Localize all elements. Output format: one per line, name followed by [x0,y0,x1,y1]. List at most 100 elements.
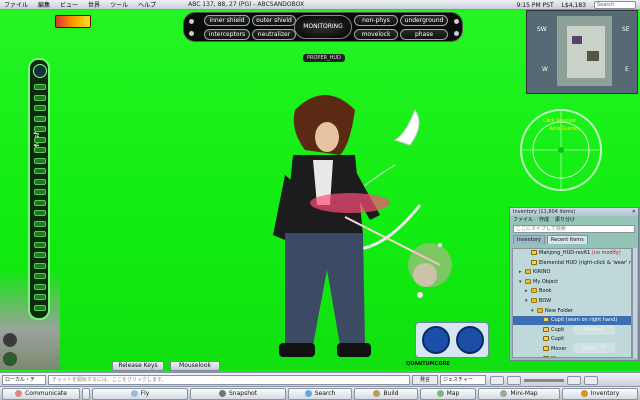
mesh-segment[interactable] [34,178,46,185]
inventory-item[interactable]: Mahjong_HUD-rev61 (no modify) [513,249,631,258]
mesh-segment[interactable] [34,157,46,164]
inventory-folder[interactable]: ▸ Book [513,287,631,296]
search-button[interactable]: Search [288,388,352,400]
mouselook-button[interactable]: Mouselook [170,361,220,371]
inventory-search-input[interactable]: ここにタイプして検索 [513,225,635,233]
svg-text:SE: SE [622,26,630,33]
mesh-segment[interactable] [34,304,46,311]
search-field[interactable]: Search [594,1,636,9]
inventory-folder[interactable]: ▸ KIRINO [513,268,631,277]
chat-input[interactable]: チャットを開始するには、ここをクリックします。 [48,375,410,385]
menu-help[interactable]: ヘルプ [138,0,156,9]
mesh-segment[interactable] [34,294,46,300]
volume-slider[interactable] [524,378,564,382]
inventory-folder[interactable]: ▾ BOW [513,297,631,306]
underground-button[interactable]: underground [400,15,448,26]
inventory-button[interactable]: Inventory [562,388,638,400]
power-icon[interactable] [3,352,17,366]
inventory-menu-sort[interactable]: 振り分け [555,216,575,224]
mesh-segment[interactable] [34,115,46,122]
inventory-item-label: KIRINO [533,269,551,276]
music-icon[interactable] [584,375,598,385]
ghost-hud-button[interactable]: Volume [573,325,615,335]
brand-logo[interactable] [55,15,91,28]
mesh-segment[interactable] [34,231,46,237]
non-phys-button[interactable]: non-phys [354,15,398,26]
mesh-segment[interactable] [34,147,46,153]
communicate-button[interactable]: Communicate [2,388,80,400]
folder-icon [525,278,531,284]
outer-shield-button[interactable]: outer shield [252,15,296,26]
inventory-list[interactable]: Mahjong_HUD-rev61 (no modify) Elemental H… [512,248,632,358]
fly-button[interactable]: Fly [92,388,188,400]
inventory-folder[interactable]: ▾ New Folder [513,307,631,316]
phase-button[interactable]: phase [400,29,448,40]
build-button[interactable]: Build [354,388,418,400]
fly-icon [130,390,138,397]
tab-inventory[interactable]: Inventory [513,235,545,244]
inventory-item[interactable]: Cupit (worn on right hand) [513,316,631,326]
mesh-hud-cap-icon[interactable] [33,64,47,78]
communicate-dropdown[interactable] [82,388,90,400]
mesh-segment[interactable] [34,168,46,174]
mesh-segment[interactable] [34,84,46,90]
tab-recent-items[interactable]: Recent Items [546,235,588,244]
map-button[interactable]: Map [420,388,476,400]
mesh-segment[interactable] [34,126,46,132]
mesh-segment[interactable] [34,262,46,269]
inventory-panel[interactable]: Inventory (11,604 items) ✕ ファイル 作成 振り分け … [509,207,639,361]
mesh-segment[interactable] [34,189,46,195]
hud-indicator-icon [189,31,194,36]
mesh-segment[interactable] [34,273,46,279]
menu-tools[interactable]: ツール [110,0,128,9]
interceptors-button[interactable]: interceptors [204,29,250,40]
mesh-segment[interactable] [34,241,46,248]
play-icon[interactable] [490,375,504,385]
mesh-segment[interactable] [34,252,46,258]
bottom-toolbar: Communicate Fly Snapshot Search Build Ma… [0,386,640,400]
mesh-segment[interactable] [34,94,46,101]
mesh-segment[interactable] [34,283,46,290]
folder-icon [537,307,543,313]
inventory-scrollbar[interactable] [632,248,637,358]
menu-edit[interactable]: 編集 [38,0,50,9]
ghost-hud-button[interactable]: Toggle TP [573,343,615,353]
inner-shield-button[interactable]: inner shield [204,15,250,26]
inventory-menu-create[interactable]: 作成 [539,216,549,224]
inventory-menu-file[interactable]: ファイル [513,216,533,224]
chat-channel-select[interactable]: ローカル・チ [2,375,46,385]
minimap[interactable]: SW SE W E [526,10,638,94]
release-keys-button[interactable]: Release Keys [112,361,164,371]
mesh-segment[interactable] [34,105,46,111]
say-button[interactable]: 発言 [412,375,438,385]
balance[interactable]: L$4,183 [562,2,586,9]
close-icon[interactable]: ✕ [632,208,636,216]
mesh-segment[interactable] [34,136,46,143]
svg-text:E: E [625,66,629,73]
mesh-segment[interactable] [34,210,46,216]
joystick-left-icon[interactable] [422,326,450,354]
mesh-hud-bar[interactable]: Mesh [28,58,50,320]
radar-hud[interactable]: Click Raycast Aero Guides [515,104,607,196]
snapshot-button[interactable]: Snapshot [190,388,286,400]
location-text[interactable]: ABC 137, 88, 27 (PG) - ABCSANDOBOX [188,1,304,8]
neutralizer-button[interactable]: neutralizer [252,29,296,40]
menu-circle-icon[interactable] [3,333,17,347]
menu-view[interactable]: ビュー [60,0,78,9]
inventory-folder[interactable]: ▾ My Object [513,278,631,287]
controller-hud[interactable] [415,322,489,358]
inventory-item[interactable]: Elemental HUD (right-click & 'wear' me [513,259,631,268]
stop-icon[interactable] [507,375,521,385]
media-icon[interactable] [567,375,581,385]
mesh-segment[interactable] [34,199,46,206]
monitoring-button[interactable]: MONITORING [294,15,352,39]
inventory-item-label: My Object [533,278,559,285]
movelock-button[interactable]: movelock [354,29,398,40]
mesh-segment[interactable] [34,220,46,227]
gesture-select[interactable]: ジェスチャー [440,375,486,385]
menu-file[interactable]: ファイル [4,0,28,9]
menu-world[interactable]: 世界 [88,0,100,9]
minimap-button[interactable]: Mini-Map [478,388,560,400]
inventory-item[interactable]: Mover [513,355,631,357]
joystick-right-icon[interactable] [456,326,484,354]
